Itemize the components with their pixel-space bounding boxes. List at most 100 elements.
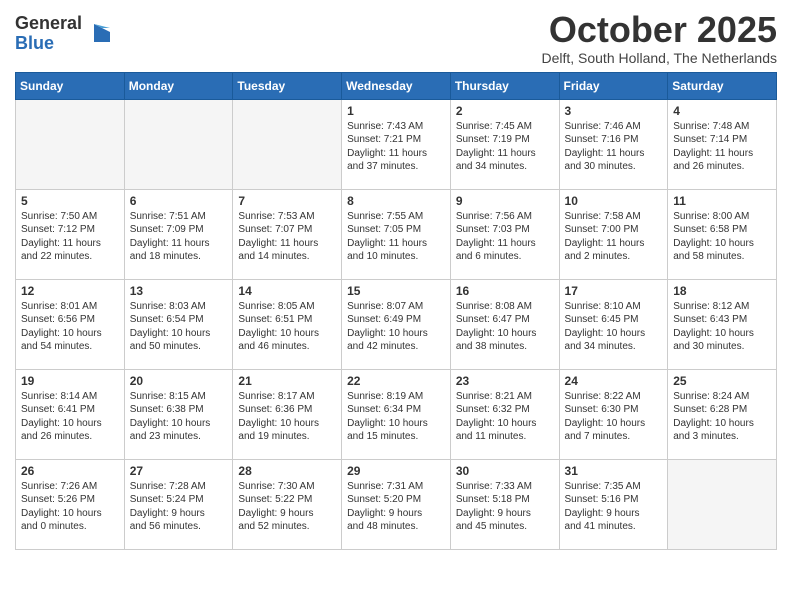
day-info: Sunrise: 7:31 AM Sunset: 5:20 PM Dayligh…: [347, 480, 445, 534]
calendar-week-0: 1 Sunrise: 7:43 AM Sunset: 7:21 PM Daylig…: [16, 99, 777, 189]
day-info: Sunrise: 8:15 AM Sunset: 6:38 PM Dayligh…: [130, 390, 228, 444]
title-block: October 2025 Delft, South Holland, The N…: [541, 10, 777, 66]
month-title: October 2025: [541, 10, 777, 50]
header-wednesday: Wednesday: [342, 72, 451, 99]
calendar-cell: 6 Sunrise: 7:51 AM Sunset: 7:09 PM Daylig…: [124, 189, 233, 279]
day-info: Sunrise: 7:33 AM Sunset: 5:18 PM Dayligh…: [456, 480, 554, 534]
header-sunday: Sunday: [16, 72, 125, 99]
calendar-cell: 12Sunrise: 8:01 AM Sunset: 6:56 PM Dayli…: [16, 279, 125, 369]
calendar-cell: 27 Sunrise: 7:28 AM Sunset: 5:24 PM Dayli…: [124, 459, 233, 549]
day-number: 24: [565, 374, 663, 388]
calendar-cell: 19 Sunrise: 8:14 AM Sunset: 6:41 PM Dayli…: [16, 369, 125, 459]
calendar-cell: 1 Sunrise: 7:43 AM Sunset: 7:21 PM Daylig…: [342, 99, 451, 189]
day-info: Sunrise: 8:00 AM Sunset: 6:58 PM Dayligh…: [673, 210, 771, 264]
calendar-cell: 22Sunrise: 8:19 AM Sunset: 6:34 PM Dayli…: [342, 369, 451, 459]
day-number: 14: [238, 284, 336, 298]
day-number: 21: [238, 374, 336, 388]
header-monday: Monday: [124, 72, 233, 99]
day-info: Sunrise: 8:21 AM Sunset: 6:32 PM Dayligh…: [456, 390, 554, 444]
day-number: 16: [456, 284, 554, 298]
day-number: 22: [347, 374, 445, 388]
day-number: 30: [456, 464, 554, 478]
calendar-cell: [668, 459, 777, 549]
day-info: Sunrise: 8:14 AM Sunset: 6:41 PM Dayligh…: [21, 390, 119, 444]
day-number: 20: [130, 374, 228, 388]
day-info: Sunrise: 8:24 AM Sunset: 6:28 PM Dayligh…: [673, 390, 771, 444]
header-row: Sunday Monday Tuesday Wednesday Thursday…: [16, 72, 777, 99]
day-info: Sunrise: 7:50 AM Sunset: 7:12 PM Dayligh…: [21, 210, 119, 264]
day-info: Sunrise: 8:03 AM Sunset: 6:54 PM Dayligh…: [130, 300, 228, 354]
day-number: 29: [347, 464, 445, 478]
calendar-cell: 7Sunrise: 7:53 AM Sunset: 7:07 PM Daylig…: [233, 189, 342, 279]
calendar-cell: 28 Sunrise: 7:30 AM Sunset: 5:22 PM Dayli…: [233, 459, 342, 549]
header-friday: Friday: [559, 72, 668, 99]
calendar-week-4: 26Sunrise: 7:26 AM Sunset: 5:26 PM Dayli…: [16, 459, 777, 549]
calendar-cell: 16 Sunrise: 8:08 AM Sunset: 6:47 PM Dayli…: [450, 279, 559, 369]
calendar-cell: 21 Sunrise: 8:17 AM Sunset: 6:36 PM Dayli…: [233, 369, 342, 459]
day-info: Sunrise: 7:51 AM Sunset: 7:09 PM Dayligh…: [130, 210, 228, 264]
day-number: 18: [673, 284, 771, 298]
calendar-cell: 9Sunrise: 7:56 AM Sunset: 7:03 PM Daylig…: [450, 189, 559, 279]
calendar-cell: 14 Sunrise: 8:05 AM Sunset: 6:51 PM Dayli…: [233, 279, 342, 369]
header-tuesday: Tuesday: [233, 72, 342, 99]
day-number: 8: [347, 194, 445, 208]
day-info: Sunrise: 7:58 AM Sunset: 7:00 PM Dayligh…: [565, 210, 663, 264]
calendar-cell: 11 Sunrise: 8:00 AM Sunset: 6:58 PM Dayli…: [668, 189, 777, 279]
logo-text: General Blue: [15, 14, 82, 54]
header-thursday: Thursday: [450, 72, 559, 99]
calendar-cell: [233, 99, 342, 189]
calendar-cell: 30 Sunrise: 7:33 AM Sunset: 5:18 PM Dayli…: [450, 459, 559, 549]
logo: General Blue: [15, 14, 112, 54]
day-info: Sunrise: 7:46 AM Sunset: 7:16 PM Dayligh…: [565, 120, 663, 174]
day-number: 2: [456, 104, 554, 118]
day-number: 10: [565, 194, 663, 208]
day-number: 13: [130, 284, 228, 298]
day-number: 23: [456, 374, 554, 388]
day-info: Sunrise: 7:56 AM Sunset: 7:03 PM Dayligh…: [456, 210, 554, 264]
calendar-cell: 3 Sunrise: 7:46 AM Sunset: 7:16 PM Daylig…: [559, 99, 668, 189]
logo-icon: [84, 20, 112, 48]
calendar-cell: 2Sunrise: 7:45 AM Sunset: 7:19 PM Daylig…: [450, 99, 559, 189]
day-number: 31: [565, 464, 663, 478]
calendar-cell: 20 Sunrise: 8:15 AM Sunset: 6:38 PM Dayli…: [124, 369, 233, 459]
calendar-cell: 23 Sunrise: 8:21 AM Sunset: 6:32 PM Dayli…: [450, 369, 559, 459]
calendar-cell: [124, 99, 233, 189]
calendar-cell: 17Sunrise: 8:10 AM Sunset: 6:45 PM Dayli…: [559, 279, 668, 369]
day-info: Sunrise: 8:10 AM Sunset: 6:45 PM Dayligh…: [565, 300, 663, 354]
calendar-week-2: 12Sunrise: 8:01 AM Sunset: 6:56 PM Dayli…: [16, 279, 777, 369]
page-header: General Blue October 2025 Delft, South H…: [15, 10, 777, 66]
calendar-cell: 13 Sunrise: 8:03 AM Sunset: 6:54 PM Dayli…: [124, 279, 233, 369]
day-number: 15: [347, 284, 445, 298]
calendar-week-3: 19 Sunrise: 8:14 AM Sunset: 6:41 PM Dayli…: [16, 369, 777, 459]
calendar-cell: 15Sunrise: 8:07 AM Sunset: 6:49 PM Dayli…: [342, 279, 451, 369]
page-container: General Blue October 2025 Delft, South H…: [0, 0, 792, 565]
day-number: 1: [347, 104, 445, 118]
calendar-cell: [16, 99, 125, 189]
day-info: Sunrise: 8:17 AM Sunset: 6:36 PM Dayligh…: [238, 390, 336, 444]
day-info: Sunrise: 8:08 AM Sunset: 6:47 PM Dayligh…: [456, 300, 554, 354]
calendar-cell: 31Sunrise: 7:35 AM Sunset: 5:16 PM Dayli…: [559, 459, 668, 549]
day-number: 27: [130, 464, 228, 478]
day-info: Sunrise: 7:28 AM Sunset: 5:24 PM Dayligh…: [130, 480, 228, 534]
calendar-cell: 18Sunrise: 8:12 AM Sunset: 6:43 PM Dayli…: [668, 279, 777, 369]
header-saturday: Saturday: [668, 72, 777, 99]
day-info: Sunrise: 8:01 AM Sunset: 6:56 PM Dayligh…: [21, 300, 119, 354]
calendar-cell: 29 Sunrise: 7:31 AM Sunset: 5:20 PM Dayli…: [342, 459, 451, 549]
day-info: Sunrise: 7:48 AM Sunset: 7:14 PM Dayligh…: [673, 120, 771, 174]
day-number: 3: [565, 104, 663, 118]
day-info: Sunrise: 7:53 AM Sunset: 7:07 PM Dayligh…: [238, 210, 336, 264]
day-number: 26: [21, 464, 119, 478]
calendar-cell: 10 Sunrise: 7:58 AM Sunset: 7:00 PM Dayli…: [559, 189, 668, 279]
day-info: Sunrise: 7:43 AM Sunset: 7:21 PM Dayligh…: [347, 120, 445, 174]
calendar-week-1: 5 Sunrise: 7:50 AM Sunset: 7:12 PM Daylig…: [16, 189, 777, 279]
day-info: Sunrise: 8:05 AM Sunset: 6:51 PM Dayligh…: [238, 300, 336, 354]
day-number: 28: [238, 464, 336, 478]
day-number: 5: [21, 194, 119, 208]
calendar-cell: 26Sunrise: 7:26 AM Sunset: 5:26 PM Dayli…: [16, 459, 125, 549]
day-number: 19: [21, 374, 119, 388]
day-number: 11: [673, 194, 771, 208]
day-number: 6: [130, 194, 228, 208]
day-number: 25: [673, 374, 771, 388]
day-info: Sunrise: 7:30 AM Sunset: 5:22 PM Dayligh…: [238, 480, 336, 534]
calendar-cell: 24Sunrise: 8:22 AM Sunset: 6:30 PM Dayli…: [559, 369, 668, 459]
